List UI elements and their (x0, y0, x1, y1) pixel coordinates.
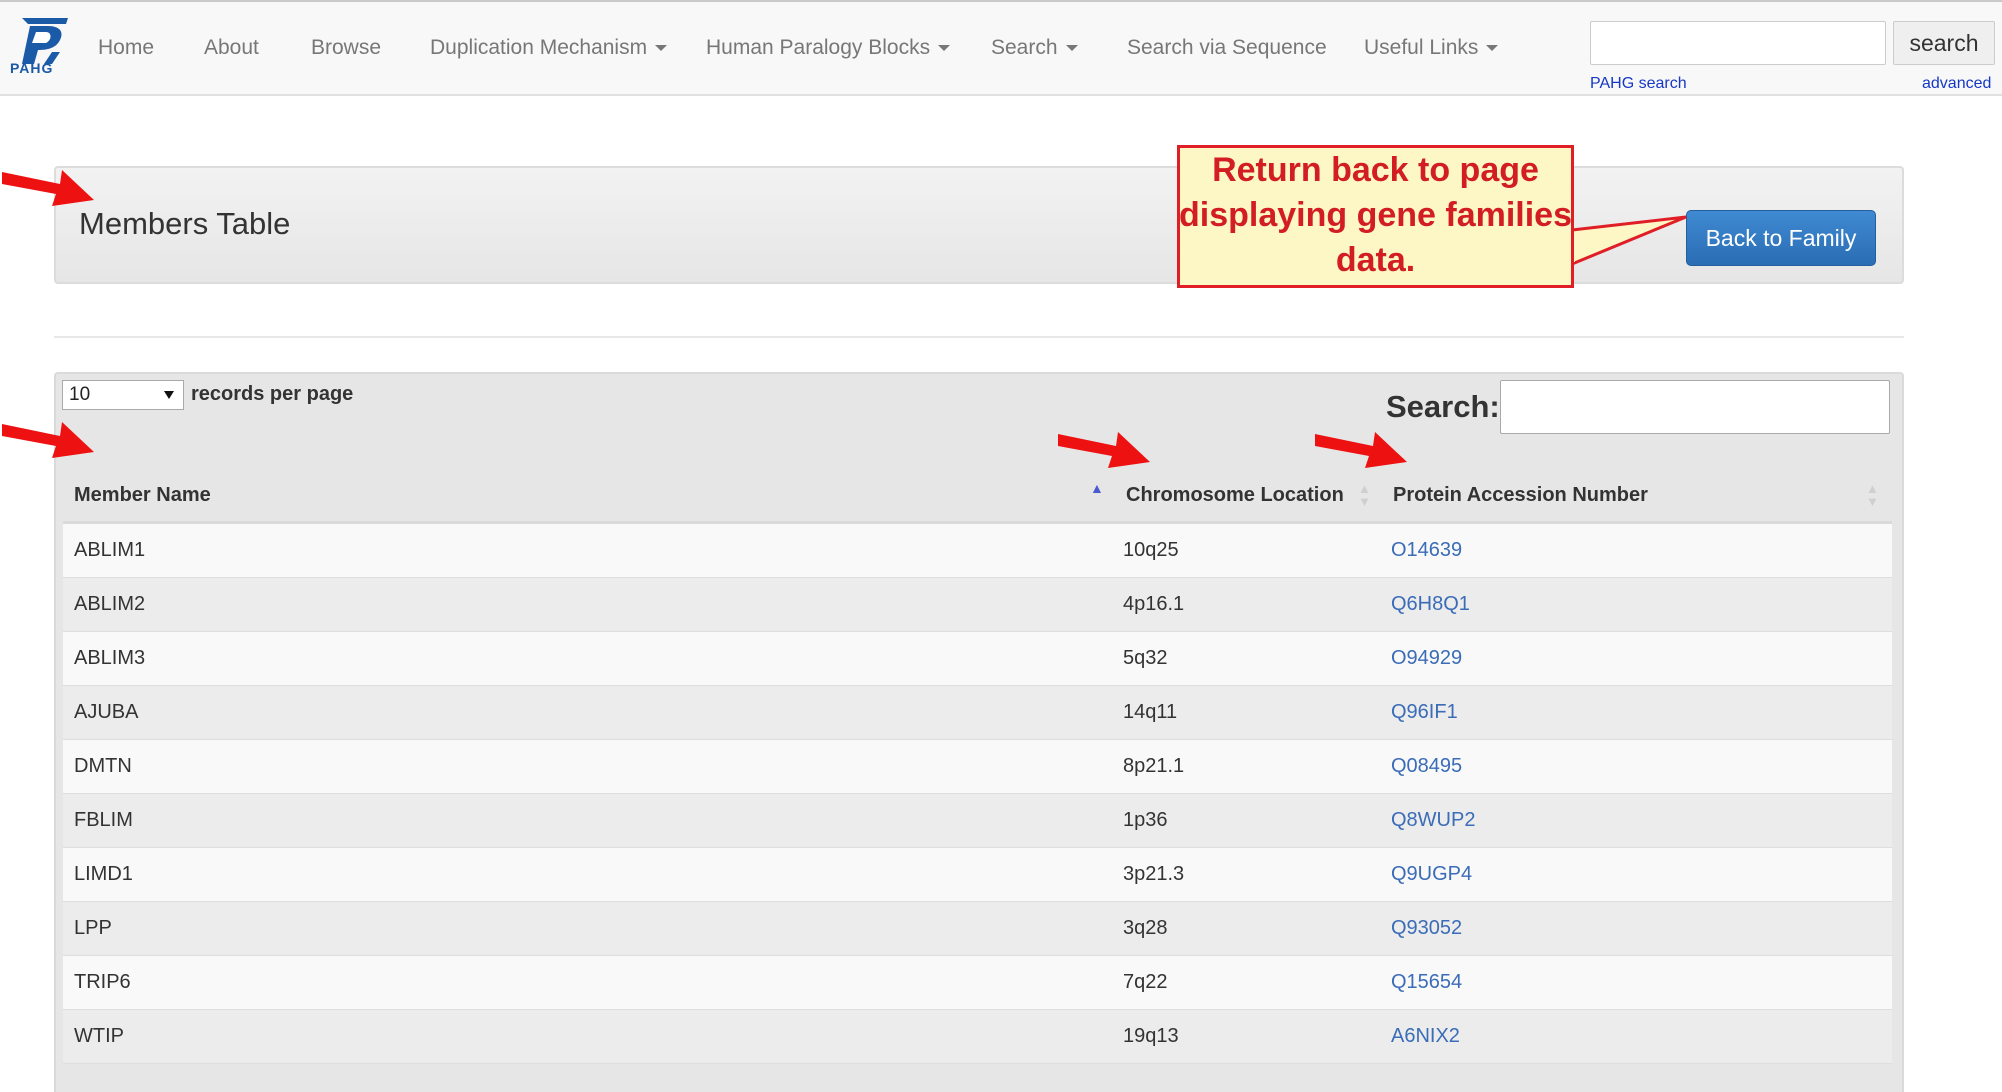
protein-accession-link[interactable]: Q96IF1 (1391, 701, 1458, 724)
member-name-cell: TRIP6 (74, 971, 131, 993)
chromosome-location-cell: 19q13 (1123, 1025, 1179, 1047)
table-search-label: Search: (1386, 389, 1500, 424)
member-name-cell: WTIP (74, 1025, 124, 1047)
nav-duplication-mechanism[interactable]: Duplication Mechanism (430, 36, 668, 60)
member-name-cell: ABLIM2 (74, 593, 146, 615)
page-title: Members Table (79, 206, 291, 241)
nav-home-label: Home (98, 36, 155, 59)
nav-about[interactable]: About (204, 36, 259, 60)
nav-search-via-sequence-label: Search via Sequence (1127, 36, 1327, 59)
records-per-page-select[interactable]: 10 (62, 380, 184, 410)
nav-search[interactable]: Search (991, 36, 1078, 60)
nav-search-label: Search (991, 36, 1058, 59)
table-row: AJUBA 14q11 Q96IF1 (63, 686, 1892, 740)
chromosome-location-cell: 8p21.1 (1123, 755, 1185, 777)
protein-accession-link[interactable]: Q6H8Q1 (1391, 593, 1470, 616)
annotation-arrow-icon (1315, 432, 1407, 468)
table-row: ABLIM2 4p16.1 Q6H8Q1 (63, 578, 1892, 632)
callout-pointer (1569, 215, 1687, 267)
members-table-body: ABLIM1 10q25 O14639 ABLIM2 4p16.1 Q6H8Q1… (63, 524, 1892, 1064)
table-row: ABLIM3 5q32 O94929 (63, 632, 1892, 686)
table-search-input[interactable] (1500, 380, 1890, 434)
sort-ascending-icon[interactable]: ▲ (1090, 480, 1104, 496)
back-to-family-button[interactable]: Back to Family (1686, 210, 1876, 266)
member-name-cell: LIMD1 (74, 863, 133, 885)
member-name-cell: ABLIM3 (74, 647, 146, 669)
protein-accession-link[interactable]: A6NIX2 (1391, 1025, 1460, 1048)
column-header-protein-accession-number[interactable]: Protein Accession Number (1393, 484, 1648, 507)
protein-accession-link[interactable]: O14639 (1391, 539, 1462, 562)
protein-accession-link[interactable]: Q15654 (1391, 971, 1462, 994)
records-per-page-label: records per page (191, 383, 354, 405)
protein-accession-link[interactable]: O94929 (1391, 647, 1462, 670)
chromosome-location-cell: 14q11 (1123, 701, 1178, 723)
nav-human-paralogy-blocks[interactable]: Human Paralogy Blocks (706, 36, 951, 60)
member-name-cell: ABLIM1 (74, 539, 146, 561)
chromosome-location-cell: 3p21.3 (1123, 863, 1185, 885)
chromosome-location-cell: 4p16.1 (1123, 593, 1185, 615)
nav-human-paralogy-blocks-label: Human Paralogy Blocks (706, 36, 931, 59)
annotation-arrow-icon (1058, 432, 1150, 468)
nav-search-button[interactable]: search (1893, 21, 1995, 65)
protein-accession-link[interactable]: Q8WUP2 (1391, 809, 1475, 832)
chromosome-location-cell: 7q22 (1123, 971, 1168, 993)
member-name-cell: FBLIM (74, 809, 133, 831)
table-row: WTIP 19q13 A6NIX2 (63, 1010, 1892, 1064)
chromosome-location-cell: 5q32 (1123, 647, 1168, 669)
member-name-cell: AJUBA (74, 701, 139, 723)
nav-duplication-mechanism-label: Duplication Mechanism (430, 36, 648, 59)
chevron-down-icon (1065, 45, 1078, 52)
protein-accession-link[interactable]: Q08495 (1391, 755, 1462, 778)
annotation-arrow-icon (2, 170, 94, 206)
table-row: ABLIM1 10q25 O14639 (63, 524, 1892, 578)
chevron-down-icon (1486, 45, 1499, 52)
chromosome-location-cell: 3q28 (1123, 917, 1168, 939)
table-row: TRIP6 7q22 Q15654 (63, 956, 1892, 1010)
nav-useful-links[interactable]: Useful Links (1364, 36, 1499, 60)
column-header-chromosome-location[interactable]: Chromosome Location (1126, 484, 1344, 507)
sort-both-icon[interactable]: ▲ ▼ (1358, 482, 1371, 508)
table-row: LIMD1 3p21.3 Q9UGP4 (63, 848, 1892, 902)
table-row: DMTN 8p21.1 Q08495 (63, 740, 1892, 794)
nav-search-input[interactable] (1590, 21, 1886, 65)
table-row: LPP 3q28 Q93052 (63, 902, 1892, 956)
chevron-down-icon (655, 45, 668, 52)
nav-browse[interactable]: Browse (311, 36, 381, 60)
logo-text: PAHG (10, 60, 54, 76)
protein-accession-link[interactable]: Q93052 (1391, 917, 1462, 940)
protein-accession-link[interactable]: Q9UGP4 (1391, 863, 1472, 886)
annotation-callout-text: Return back to page displaying gene fami… (1178, 151, 1572, 279)
records-per-page-value: 10 (69, 384, 91, 405)
chromosome-location-cell: 1p36 (1123, 809, 1168, 831)
dropdown-arrow-icon (164, 391, 174, 399)
nav-useful-links-label: Useful Links (1364, 36, 1479, 59)
member-name-cell: LPP (74, 917, 112, 939)
table-row: FBLIM 1p36 Q8WUP2 (63, 794, 1892, 848)
divider (54, 336, 1904, 338)
pahg-search-link[interactable]: PAHG search (1590, 75, 1687, 93)
column-header-member-name[interactable]: Member Name (74, 484, 211, 507)
chromosome-location-cell: 10q25 (1123, 539, 1179, 561)
member-name-cell: DMTN (74, 755, 132, 777)
advanced-search-link[interactable]: advanced (1922, 75, 1991, 93)
annotation-arrow-icon (2, 422, 94, 458)
nav-about-label: About (204, 36, 259, 59)
nav-home[interactable]: Home (98, 36, 154, 60)
sort-both-icon[interactable]: ▲ ▼ (1866, 482, 1879, 508)
nav-search-via-sequence[interactable]: Search via Sequence (1127, 36, 1327, 60)
nav-browse-label: Browse (311, 36, 382, 59)
chevron-down-icon (938, 45, 951, 52)
